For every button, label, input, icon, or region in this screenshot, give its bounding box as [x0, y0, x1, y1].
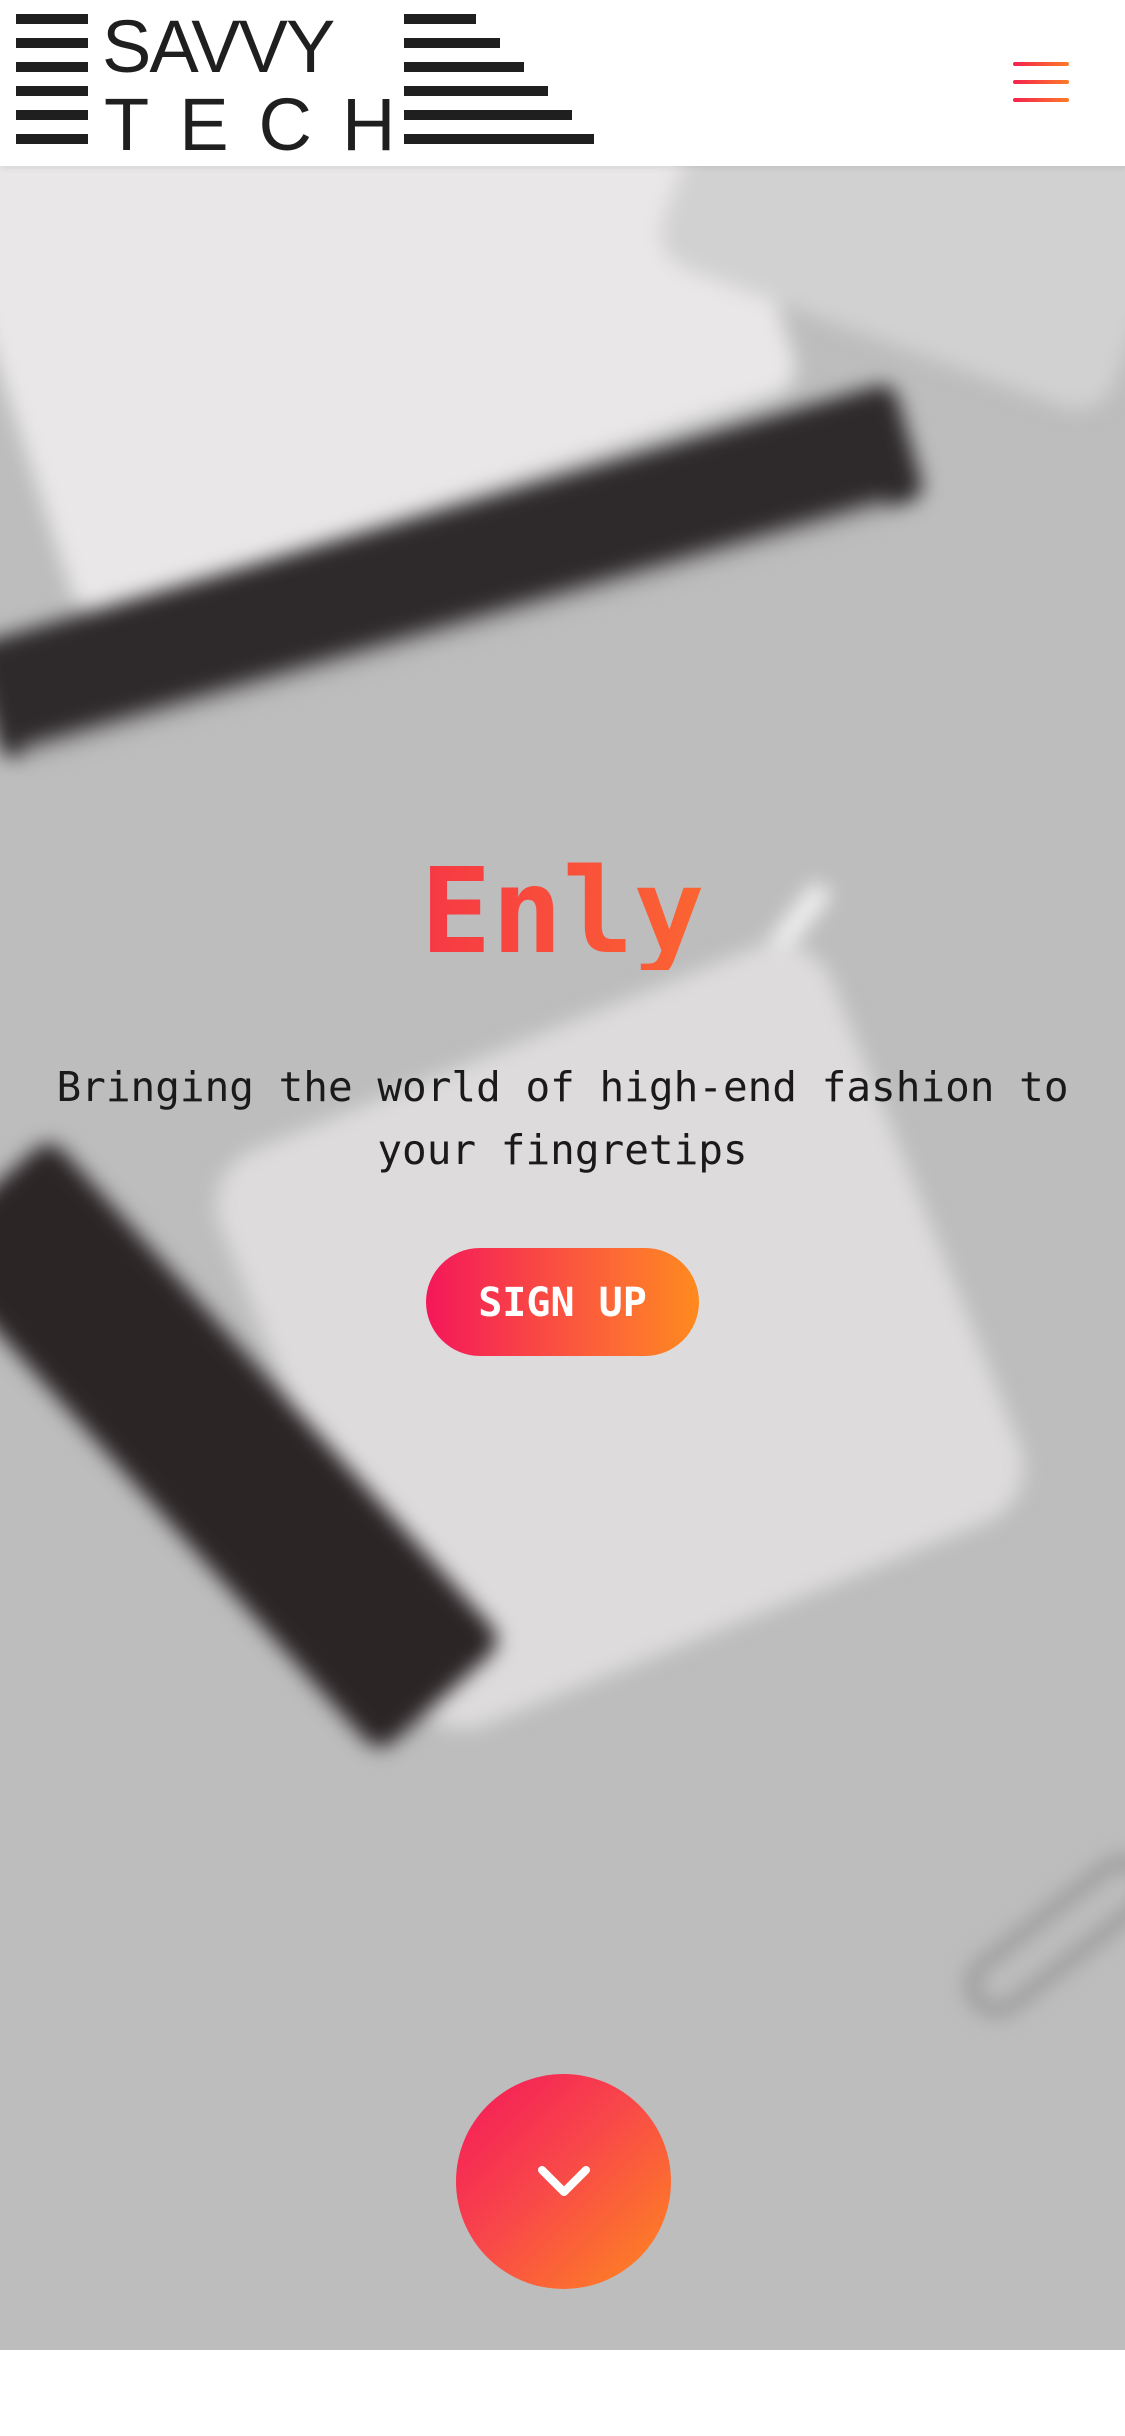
menu-line [1013, 62, 1069, 66]
hero-tagline: Bringing the world of high-end fashion t… [56, 1063, 1069, 1174]
sign-up-button[interactable]: SIGN UP [426, 1248, 699, 1356]
logo-bar [16, 134, 88, 144]
logo-bar [404, 38, 500, 48]
chevron-down-icon [538, 2166, 590, 2196]
scroll-down-button[interactable] [456, 2074, 671, 2289]
logo-bar [404, 14, 476, 24]
hero-content: Enly Bringing the world of high-end fash… [0, 166, 1125, 2350]
savvy-tech-logo[interactable]: SAVVY TECH [16, 5, 600, 166]
logo-bar [16, 62, 88, 72]
logo-text-savvy: SAVVY [102, 5, 335, 88]
logo-bar [16, 86, 88, 96]
logo-bar [404, 134, 594, 144]
menu-line [1013, 98, 1069, 102]
menu-line [1013, 80, 1069, 84]
logo-bar [404, 86, 548, 96]
logo-bar [404, 110, 572, 120]
hamburger-menu-icon[interactable] [1013, 62, 1069, 102]
page-bottom [0, 2350, 1125, 2436]
logo-bar [16, 14, 88, 24]
site-header: SAVVY TECH [0, 0, 1125, 166]
logo-bar [16, 110, 88, 120]
logo-bar [404, 62, 524, 72]
hero-title: Enly [0, 852, 1125, 970]
hero-section: Enly Bringing the world of high-end fash… [0, 166, 1125, 2350]
logo-bar [16, 38, 88, 48]
logo-text-tech: TECH [104, 83, 426, 166]
